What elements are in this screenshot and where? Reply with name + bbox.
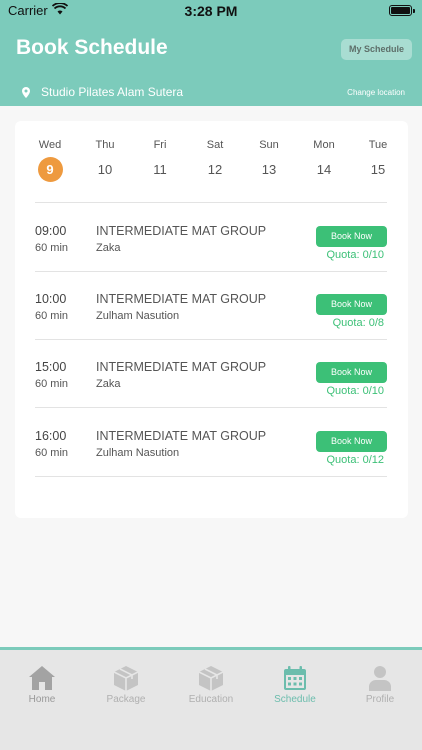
day-number: 13 [261,162,277,177]
day-item[interactable]: Sat 12 [190,139,240,182]
tab-education[interactable]: Education [176,664,246,705]
session-instructor: Zaka [96,242,121,254]
battery-icon [389,5,415,16]
day-selector: Wed 9 Thu 10 Fri 11 Sat 12 Sun 13 Mon 14… [25,139,400,189]
location-row: Studio Pilates Alam Sutera [22,85,183,99]
session-instructor: Zulham Nasution [96,447,180,459]
tab-profile[interactable]: Profile [345,664,415,705]
book-now-button[interactable]: Book Now [316,362,387,383]
package-icon [91,664,161,692]
day-of-week: Tue [368,139,388,151]
day-of-week: Wed [38,139,62,151]
session-instructor: Zaka [96,378,121,390]
session-class-name: INTERMEDIATE MAT GROUP [96,292,267,306]
day-number: 10 [97,162,113,177]
session-time: 10:00 [35,292,67,306]
session-row: 09:00 60 min INTERMEDIATE MAT GROUP Zaka… [35,203,387,271]
tab-bar: Home Package Education Schedule Profile [0,647,422,750]
session-row: 16:00 60 min INTERMEDIATE MAT GROUP Zulh… [35,408,387,476]
tab-package[interactable]: Package [91,664,161,705]
profile-icon [345,664,415,692]
book-now-button[interactable]: Book Now [316,431,387,452]
page-title: Book Schedule [16,36,168,59]
tab-label: Schedule [274,694,316,705]
session-class-name: INTERMEDIATE MAT GROUP [96,360,267,374]
session-duration: 60 min [35,310,69,322]
day-item[interactable]: Wed 9 [25,139,75,182]
status-time: 3:28 PM [184,3,238,19]
day-number: 14 [316,162,332,177]
tab-schedule[interactable]: Schedule [260,664,330,705]
tab-home[interactable]: Home [7,664,77,705]
day-number: 9 [37,157,63,182]
status-bar: Carrier 3:28 PM [0,0,422,22]
session-time: 09:00 [35,224,67,238]
session-class-name: INTERMEDIATE MAT GROUP [96,224,267,238]
day-number: 12 [207,162,223,177]
day-of-week: Fri [153,139,167,151]
day-item[interactable]: Fri 11 [135,139,185,182]
day-of-week: Mon [313,139,335,151]
location-pin-icon [22,86,30,98]
day-number: 11 [153,162,167,177]
education-icon [176,664,246,692]
session-quota: Quota: 0/12 [326,454,385,466]
home-icon [7,664,77,692]
day-item[interactable]: Sun 13 [244,139,294,182]
day-of-week: Thu [95,139,115,151]
header: Book Schedule My Schedule Studio Pilates… [0,22,422,106]
session-duration: 60 min [35,378,69,390]
session-row: 15:00 60 min INTERMEDIATE MAT GROUP Zaka… [35,339,387,407]
book-now-button[interactable]: Book Now [316,294,387,315]
session-duration: 60 min [35,242,69,254]
day-item[interactable]: Thu 10 [80,139,130,182]
day-of-week: Sat [206,139,224,151]
tab-label: Package [106,694,146,705]
divider [35,476,387,477]
session-quota: Quota: 0/10 [326,385,385,397]
my-schedule-button[interactable]: My Schedule [341,39,412,60]
schedule-card: Wed 9 Thu 10 Fri 11 Sat 12 Sun 13 Mon 14… [15,121,408,518]
day-number: 15 [370,162,386,177]
session-quota: Quota: 0/8 [332,317,384,329]
session-class-name: INTERMEDIATE MAT GROUP [96,429,267,443]
tab-label: Education [188,694,234,705]
session-instructor: Zulham Nasution [96,310,180,322]
session-duration: 60 min [35,447,69,459]
book-now-button[interactable]: Book Now [316,226,387,247]
location-name: Studio Pilates Alam Sutera [41,85,184,99]
change-location-link[interactable]: Change location [347,88,405,97]
session-quota: Quota: 0/10 [326,249,385,261]
session-row: 10:00 60 min INTERMEDIATE MAT GROUP Zulh… [35,271,387,339]
day-of-week: Sun [259,139,279,151]
day-item[interactable]: Mon 14 [299,139,349,182]
tab-label: Home [28,694,56,705]
tab-label: Profile [365,694,395,705]
day-item[interactable]: Tue 15 [353,139,403,182]
calendar-icon [260,664,330,692]
session-time: 16:00 [35,429,67,443]
session-time: 15:00 [35,360,67,374]
